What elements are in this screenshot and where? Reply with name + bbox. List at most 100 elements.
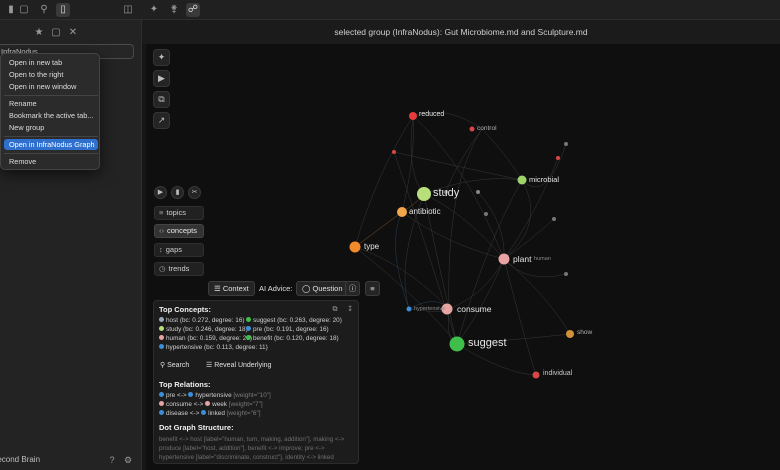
context-bar: ☰ Context AI Advice: ◯ Question ⓘ ≡ [146,281,386,296]
graph-node[interactable] [417,187,431,201]
graph-node[interactable] [566,330,574,338]
bookmark-icon[interactable]: ▯ [56,3,70,17]
node-label-antibiotic[interactable]: antibiotic [409,207,441,216]
tab-concepts[interactable]: ‹› concepts [154,224,204,238]
menu-item-remove[interactable]: Remove [4,156,98,167]
graph-node[interactable] [498,253,510,265]
concept-item[interactable]: benefit (bc: 0.120, degree: 18) [246,335,339,342]
node-label-individual[interactable]: individual [543,370,572,377]
graph-node[interactable] [406,306,412,312]
menu-item-open-new-tab[interactable]: Open in new tab [4,57,98,68]
topics-icon: ≡ [159,208,164,217]
menu-item-open-new-window[interactable]: Open in new window [4,81,98,92]
chat-button[interactable]: ▶ [153,70,170,87]
concept-item[interactable]: pre (bc: 0.191, degree: 16) [246,326,329,333]
relation-source: pre <-> [166,392,189,399]
graph-node[interactable] [517,175,527,185]
graph-node[interactable] [409,112,417,120]
graph-node[interactable] [532,371,540,379]
concept-item[interactable]: study (bc: 0.246, degree: 18) [159,326,248,333]
download-icon[interactable]: ↧ [345,305,355,315]
new-bookmark-icon[interactable]: ★ [32,26,46,40]
collapse-icon[interactable]: ✕ [66,26,80,40]
concept-item[interactable]: hypertensive (bc: 0.113, degree: 11) [159,344,268,351]
concept-text: host (bc: 0.272, degree: 16) [166,317,245,324]
help-icon[interactable]: ? [106,454,118,466]
layout-icon[interactable]: ◫ [121,3,135,17]
node-label-microbial[interactable]: microbial [529,175,559,184]
context-button[interactable]: ☰ Context [208,281,255,296]
concept-item[interactable]: human (bc: 0.159, degree: 29) [159,335,252,342]
graph-node[interactable] [397,207,407,217]
node-label-study[interactable]: study [433,187,459,199]
concept-item[interactable]: host (bc: 0.272, degree: 16) [159,317,245,324]
menu-icon: ☰ [214,284,223,293]
relation-item[interactable]: consume <-> week [weight="7"] [159,401,263,408]
graph-view[interactable]: reduced control study microbial antibiot… [146,44,780,470]
list-icon: ≡ [370,284,375,293]
concept-text: study (bc: 0.246, degree: 18) [166,326,248,333]
node-label-type[interactable]: type [364,242,379,251]
tab-gaps[interactable]: ↕ gaps [154,243,204,257]
relation-weight: [weight="10"] [233,392,271,399]
scissors-icon[interactable]: ✂ [188,186,201,199]
relation-color-dot [159,392,164,397]
menu-item-bookmark-active-tab[interactable]: Bookmark the active tab... [4,110,98,121]
concept-text: suggest (bc: 0.263, degree: 20) [253,317,342,324]
graph-icon[interactable]: ⚵ [167,3,181,17]
menu-item-new-group[interactable]: New group [4,122,98,133]
vault-name[interactable]: Second Brain [0,455,40,464]
list-button[interactable]: ≡ [365,281,380,296]
graph-node[interactable] [449,336,465,352]
trends-icon: ◷ [159,264,166,273]
concept-color-dot [246,326,251,331]
graph-node[interactable] [552,217,556,221]
tab-topics[interactable]: ≡ topics [154,206,204,220]
info-button[interactable]: ⓘ [345,281,360,296]
gear-icon[interactable]: ⚙ [122,454,134,466]
relation-item[interactable]: disease <-> linked [weight="6"] [159,410,261,417]
export-button[interactable]: ↗ [153,112,170,129]
folder-icon[interactable]: ▢ [17,3,31,17]
wand-icon[interactable]: ✦ [147,3,161,17]
graph-node[interactable] [392,150,396,154]
copy-button[interactable]: ⧉ [153,91,170,108]
node-label-reduced[interactable]: reduced [419,111,444,118]
relation-item[interactable]: pre <-> hypertensive [weight="10"] [159,392,271,399]
main-pane: selected group (InfraNodus): Gut Microbi… [142,20,780,470]
analytics-panel: ⧉ ↧ Top Concepts: host (bc: 0.272, degre… [153,300,359,464]
graph-node[interactable] [469,126,475,132]
play-icon[interactable]: ▶ [154,186,167,199]
concept-color-dot [159,335,164,340]
menu-item-rename[interactable]: Rename [4,98,98,109]
graph-node[interactable] [484,212,488,216]
node-label-suggest[interactable]: suggest [468,337,507,349]
reveal-underlying-button[interactable]: ☰ Reveal Underlying [206,361,271,369]
sidebar-toggle-icon[interactable]: ▮ [4,3,18,17]
concept-item[interactable]: suggest (bc: 0.263, degree: 20) [246,317,342,324]
graph-node[interactable] [349,241,361,253]
question-button-label: Question [312,284,343,293]
node-label-human[interactable]: human [534,256,551,262]
network-icon[interactable]: ☍ [186,3,200,17]
graph-node[interactable] [476,190,480,194]
node-label-show[interactable]: show [577,329,592,336]
menu-item-open-right[interactable]: Open to the right [4,69,98,80]
menu-separator [4,153,98,154]
new-folder-icon[interactable]: ▢ [49,26,63,40]
search-button[interactable]: ⚲ Search [160,361,189,369]
graph-node[interactable] [564,272,568,276]
menu-item-open-infranodus-graph[interactable]: Open in InfraNodus Graph [4,139,98,150]
tab-trends[interactable]: ◷ trends [154,262,204,276]
graph-node[interactable] [556,156,560,160]
node-label-control[interactable]: control [477,125,497,132]
ai-sparkle-button[interactable]: ✦ [153,49,170,66]
node-label-consume[interactable]: consume [457,304,492,314]
copy-icon[interactable]: ⧉ [330,305,340,315]
node-label-hypertensive[interactable]: hypertensive [414,306,445,312]
question-button[interactable]: ◯ Question [296,281,349,296]
graph-node[interactable] [564,142,568,146]
pause-icon[interactable]: ▮ [171,186,184,199]
search-icon[interactable]: ⚲ [37,3,51,17]
node-label-plant[interactable]: plant [513,254,531,264]
